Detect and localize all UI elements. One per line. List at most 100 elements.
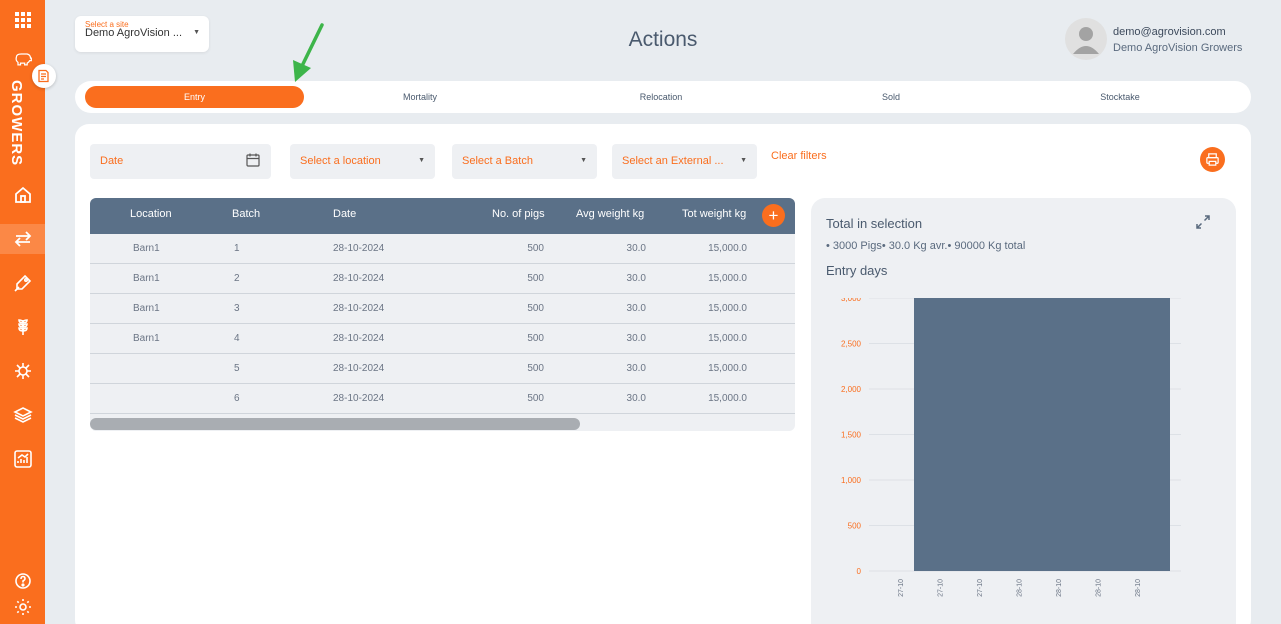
main-panel: Date Select a location ▼ Select a Batch … — [75, 124, 1251, 624]
cell-avg-weight: 30.0 — [626, 333, 646, 344]
tab-sold[interactable]: Sold — [791, 86, 991, 108]
table-row[interactable]: Barn1 3 28-10-2024 500 30.0 15,000.0 — [90, 294, 795, 324]
cell-batch: 6 — [234, 393, 240, 404]
clear-filters-link[interactable]: Clear filters — [771, 150, 827, 162]
cell-pigs: 500 — [527, 303, 544, 314]
layers-icon[interactable] — [0, 400, 45, 430]
entry-days-chart: 0 500 1,000 1,500 2,000 2,500 3,000 27-10 27-10 2… — [841, 298, 1181, 597]
table-row[interactable]: Barn1 2 28-10-2024 500 30.0 15,000.0 — [90, 264, 795, 294]
cell-avg-weight: 30.0 — [626, 273, 646, 284]
cell-batch: 5 — [234, 363, 240, 374]
cell-pigs: 500 — [527, 393, 544, 404]
summary-title: Total in selection — [826, 216, 923, 231]
cell-batch: 1 — [234, 243, 240, 254]
calendar-icon[interactable] — [245, 152, 261, 168]
cell-location: Barn1 — [133, 333, 160, 344]
add-entry-button[interactable]: + — [762, 204, 785, 227]
analytics-icon[interactable] — [0, 444, 45, 474]
chevron-down-icon: ▼ — [193, 29, 200, 36]
user-organization: Demo AgroVision Growers — [1113, 42, 1243, 54]
column-header-total-weight[interactable]: Tot weight kg — [682, 208, 746, 220]
y-tick-label: 1,500 — [841, 431, 862, 440]
cell-pigs: 500 — [527, 243, 544, 254]
site-select[interactable]: Select a site Demo AgroVision ... ▼ — [75, 16, 209, 52]
avatar[interactable] — [1065, 18, 1107, 60]
cell-date: 28-10-2024 — [333, 393, 385, 404]
cell-total-weight: 15,000.0 — [708, 363, 747, 374]
transfer-arrows-icon[interactable] — [0, 224, 45, 254]
brand-label: GROWERS — [8, 80, 25, 167]
cell-batch: 3 — [234, 303, 240, 314]
cell-date: 28-10-2024 — [333, 273, 385, 284]
cell-avg-weight: 30.0 — [626, 363, 646, 374]
chevron-down-icon: ▼ — [580, 157, 587, 164]
cell-location: Barn1 — [133, 243, 160, 254]
chart-title: Entry days — [826, 263, 888, 278]
cell-location: Barn1 — [133, 303, 160, 314]
virus-icon[interactable] — [0, 356, 45, 386]
date-filter-placeholder: Date — [100, 155, 124, 167]
x-tick-label: 28-10 — [1135, 579, 1142, 597]
cell-avg-weight: 30.0 — [626, 303, 646, 314]
apps-grid-icon[interactable] — [0, 5, 45, 35]
print-button[interactable] — [1200, 147, 1225, 172]
table-row[interactable]: 6 28-10-2024 500 30.0 15,000.0 — [90, 384, 795, 414]
cell-pigs: 500 — [527, 363, 544, 374]
column-header-pigs[interactable]: No. of pigs — [492, 208, 545, 220]
x-tick-label: 28-10 — [1096, 579, 1103, 597]
column-header-date[interactable]: Date — [333, 208, 356, 220]
column-header-location[interactable]: Location — [130, 208, 172, 220]
external-select[interactable]: Select an External ... ▼ — [612, 144, 757, 179]
y-tick-label: 0 — [857, 567, 862, 576]
summary-text: • 3000 Pigs• 30.0 Kg avr.• 90000 Kg tota… — [826, 240, 1026, 252]
page-title: Actions — [628, 28, 698, 51]
cell-total-weight: 15,000.0 — [708, 243, 747, 254]
cell-avg-weight: 30.0 — [626, 393, 646, 404]
home-icon[interactable] — [0, 180, 45, 210]
user-menu[interactable]: demo@agrovision.com Demo AgroVision Grow… — [1065, 16, 1265, 60]
chevron-down-icon: ▼ — [740, 157, 747, 164]
sidebar: GROWERS — [0, 0, 45, 624]
user-email: demo@agrovision.com — [1113, 26, 1226, 38]
x-tick-label: 27-10 — [898, 579, 905, 597]
y-tick-label: 3,000 — [841, 298, 862, 303]
y-tick-label: 2,000 — [841, 385, 862, 394]
grain-icon[interactable] — [0, 312, 45, 342]
cell-total-weight: 15,000.0 — [708, 393, 747, 404]
table-row[interactable]: Barn1 1 28-10-2024 500 30.0 15,000.0 — [90, 234, 795, 264]
x-tick-label: 27-10 — [977, 579, 984, 597]
batch-select-placeholder: Select a Batch — [462, 155, 533, 167]
cell-total-weight: 15,000.0 — [708, 273, 747, 284]
cell-pigs: 500 — [527, 273, 544, 284]
settings-gear-icon[interactable] — [0, 592, 45, 622]
table-row[interactable]: 5 28-10-2024 500 30.0 15,000.0 — [90, 354, 795, 384]
table-row[interactable]: Barn1 4 28-10-2024 500 30.0 15,000.0 — [90, 324, 795, 354]
cell-avg-weight: 30.0 — [626, 243, 646, 254]
expand-icon[interactable] — [1195, 214, 1211, 230]
cell-date: 28-10-2024 — [333, 303, 385, 314]
date-filter[interactable]: Date — [90, 144, 271, 179]
cell-batch: 4 — [234, 333, 240, 344]
cell-date: 28-10-2024 — [333, 363, 385, 374]
table-header: Location Batch Date No. of pigs Avg weig… — [90, 198, 795, 234]
column-header-batch[interactable]: Batch — [232, 208, 260, 220]
y-tick-label: 1,000 — [841, 476, 862, 485]
column-header-avg-weight[interactable]: Avg weight kg — [576, 208, 644, 220]
location-select[interactable]: Select a location ▼ — [290, 144, 435, 179]
chevron-down-icon: ▼ — [418, 157, 425, 164]
horizontal-scrollbar[interactable] — [90, 418, 580, 430]
tab-entry[interactable]: Entry — [85, 86, 304, 108]
chart-bar[interactable] — [914, 298, 1170, 571]
summary-card: Total in selection • 3000 Pigs• 30.0 Kg … — [811, 198, 1236, 624]
action-tabs: Entry Mortality Relocation Sold Stocktak… — [75, 81, 1251, 113]
tab-relocation[interactable]: Relocation — [561, 86, 761, 108]
cell-date: 28-10-2024 — [333, 243, 385, 254]
feeder-icon[interactable] — [0, 268, 45, 298]
plus-icon: + — [768, 206, 779, 225]
notes-icon[interactable] — [32, 64, 56, 88]
cell-total-weight: 15,000.0 — [708, 333, 747, 344]
tab-stocktake[interactable]: Stocktake — [1020, 86, 1220, 108]
tab-mortality[interactable]: Mortality — [320, 86, 520, 108]
cell-total-weight: 15,000.0 — [708, 303, 747, 314]
batch-select[interactable]: Select a Batch ▼ — [452, 144, 597, 179]
